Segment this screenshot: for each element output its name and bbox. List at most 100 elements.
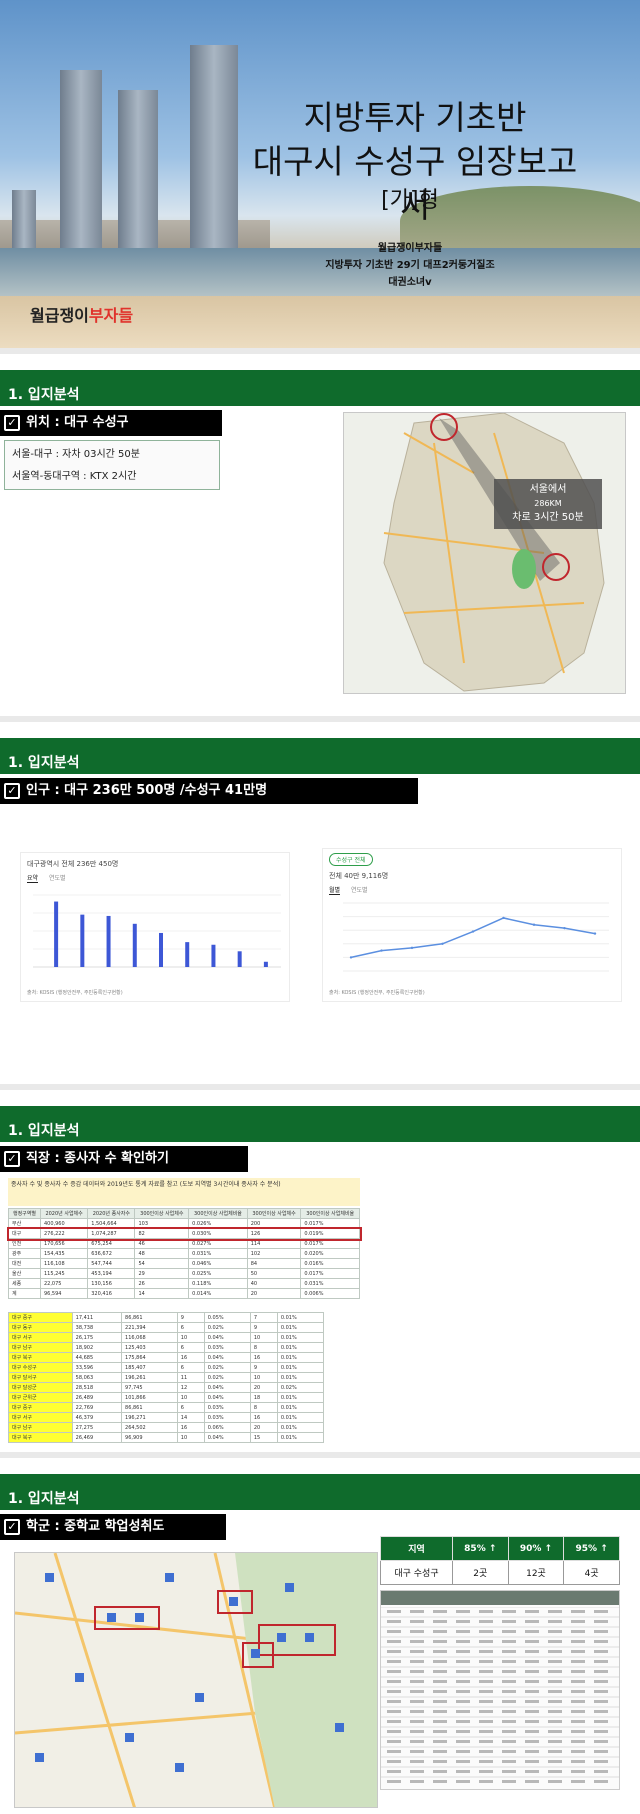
cell-placeholder [502, 1640, 516, 1643]
data-point [502, 916, 505, 920]
cover-sub-line2: 지방투자 기초반 29기 대프2커둥거질조 [325, 260, 495, 271]
cell-placeholder [571, 1690, 585, 1693]
cell-placeholder [525, 1650, 539, 1653]
section-label: ✓ 직장 : 종사자 수 확인하기 [0, 1146, 248, 1172]
table-cell: 29 [134, 1268, 190, 1279]
district-badge[interactable]: 수성구 전체 [329, 853, 373, 866]
section-header: 1. 입지분석 [0, 370, 640, 406]
cell-placeholder [502, 1740, 516, 1743]
table-cell: 46,379 [71, 1412, 123, 1423]
tab-yearly[interactable]: 연도별 [351, 885, 368, 894]
table-cell: 0.01% [276, 1312, 325, 1323]
table-row: 대구 북구 26,469 96,909 10 0.04% 15 0.01% [8, 1432, 325, 1443]
park-area [235, 1553, 377, 1807]
table-cell: 7 [249, 1312, 278, 1323]
table-row: 부산 400,960 1,504,664 103 0.026% 200 0.017% [8, 1218, 360, 1229]
tooltip-line1: 서울에서 [529, 484, 567, 495]
table-cell: 175,864 [121, 1352, 178, 1363]
cell-placeholder [594, 1780, 608, 1783]
table-cell: 대구 달성군 [8, 1382, 73, 1393]
data-point [471, 930, 475, 933]
cell-placeholder [456, 1640, 470, 1643]
table-cell: 대구 [8, 1228, 41, 1239]
table-cell: 130,156 [87, 1278, 136, 1289]
brand-logo-b: 부자들 [88, 306, 134, 325]
table-row: 세종 22,075 130,156 26 0.118% 40 0.031% [8, 1278, 360, 1289]
section-label: ✓ 위치 : 대구 수성구 [0, 410, 222, 436]
cell-placeholder [525, 1780, 539, 1783]
cell-placeholder [387, 1770, 401, 1773]
location-infobox: 서울-대구 : 자차 03시간 50분 서울역-동대구역 : KTX 2시간 [4, 440, 220, 490]
table-cell: 0.019% [300, 1228, 360, 1239]
table-cell: 10 [176, 1432, 205, 1443]
table-cell: 11 [176, 1372, 205, 1383]
cell-placeholder [525, 1750, 539, 1753]
cell-placeholder [502, 1700, 516, 1703]
table-cell: 0.025% [188, 1268, 248, 1279]
table-cell: 44,685 [71, 1352, 123, 1363]
cell-placeholder [594, 1770, 608, 1773]
table-cell: 대구 북구 [8, 1432, 73, 1443]
cell-placeholder [456, 1740, 470, 1743]
table-cell: 대구 중구 [8, 1402, 73, 1413]
table-row: 대구 276,222 1,074,287 82 0.030% 126 0.019% [6, 1226, 362, 1241]
cover-page: 지방투자 기초반 대구시 수성구 임장보고서 [가]형 월급쟁이부자들 지방투자… [0, 0, 640, 348]
school-map-svg [15, 1553, 377, 1807]
table-cell: 58,063 [71, 1372, 123, 1383]
cell-placeholder [410, 1720, 424, 1723]
table-cell: 0.03% [203, 1402, 251, 1413]
cell-placeholder [433, 1630, 447, 1633]
cell-placeholder [548, 1730, 562, 1733]
tab-yearly[interactable]: 연도별 [49, 873, 66, 882]
table-cell: 14 [176, 1412, 205, 1423]
table-cell: 9 [249, 1322, 278, 1333]
table-cell: 102 [246, 1248, 302, 1259]
cell-placeholder [548, 1610, 562, 1613]
cell-placeholder [594, 1750, 608, 1753]
table-cell: 8 [249, 1402, 278, 1413]
section-header-text: 1. 입지분석 [8, 1123, 80, 1139]
table-cell: 14 [134, 1288, 190, 1299]
table-row: 대구 중구 22,769 86,861 6 0.03% 8 0.01% [8, 1402, 325, 1413]
cell-placeholder [479, 1750, 493, 1753]
bar [80, 914, 85, 967]
table-cell: 16 [249, 1352, 278, 1363]
cell-placeholder [479, 1640, 493, 1643]
cell-placeholder [571, 1660, 585, 1663]
cell-placeholder [410, 1680, 424, 1683]
population-page: 1. 입지분석 ✓ 인구 : 대구 236만 500명 /수성구 41만명 대구광… [0, 722, 640, 1084]
table-cell: 18 [249, 1392, 278, 1403]
table-cell: 16 [249, 1412, 278, 1423]
table-cell: 8 [249, 1342, 278, 1353]
series-line [350, 917, 596, 959]
cell-placeholder [594, 1620, 608, 1623]
table-cell: 세종 [8, 1278, 41, 1289]
tab-summary[interactable]: 요약 [27, 873, 39, 883]
cell-placeholder [571, 1610, 585, 1613]
table-cell: 38,738 [71, 1322, 123, 1333]
bar [159, 932, 163, 967]
cell-placeholder [594, 1710, 608, 1713]
cell-placeholder [525, 1760, 539, 1763]
table-header-cell: 300인이상 사업체비율 [188, 1208, 248, 1219]
cell-placeholder [502, 1770, 516, 1773]
table-cell: 부산 [8, 1218, 41, 1229]
school-rank-table: 지역 85% ↑ 90% ↑ 95% ↑ 대구 수성구 2곳 12곳 4곳 [380, 1536, 620, 1585]
rank-cell: 2곳 [451, 1560, 509, 1585]
cell-placeholder [548, 1780, 562, 1783]
cell-placeholder [548, 1690, 562, 1693]
tower-image [118, 90, 158, 260]
table-cell: 453,194 [87, 1268, 136, 1279]
checkbox-icon: ✓ [4, 1519, 20, 1535]
table-cell: 96,594 [39, 1288, 89, 1299]
tower-image [190, 45, 238, 260]
table-cell: 126 [246, 1228, 302, 1239]
table-header-cell: 300인이상 사업체수 [246, 1208, 302, 1219]
cell-placeholder [479, 1760, 493, 1763]
cell-placeholder [571, 1780, 585, 1783]
table-header-cell: 300인이상 사업체수 [134, 1208, 190, 1219]
table-cell: 0.03% [203, 1342, 251, 1353]
table-cell: 6 [176, 1342, 205, 1353]
tab-monthly[interactable]: 월별 [329, 885, 341, 895]
table-cell: 46 [134, 1238, 190, 1249]
